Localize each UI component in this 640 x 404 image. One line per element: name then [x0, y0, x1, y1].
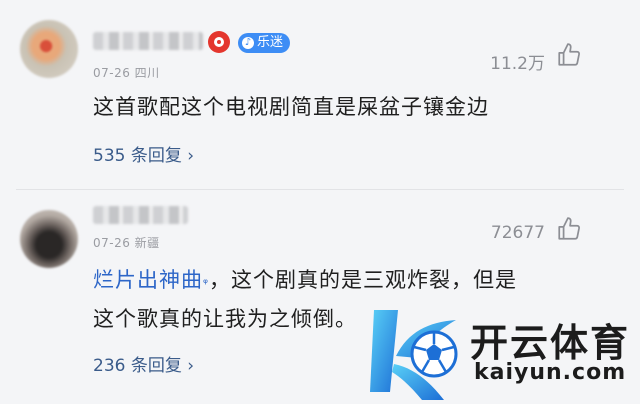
replies-label: 236 条回复	[93, 356, 182, 376]
comment-date-location: 07-26 四川	[93, 66, 160, 80]
comment-item: ♪ 乐迷 07-26 四川 11.2万 这首歌配这个电视剧简直是屎盆子镶金边 5…	[0, 0, 640, 190]
avatar[interactable]	[20, 20, 78, 78]
music-badge-icon	[208, 31, 230, 53]
thumbs-up-icon[interactable]	[556, 216, 582, 242]
comment-date-location: 07-26 新疆	[93, 236, 160, 250]
level-badge-label: 乐迷	[257, 35, 284, 50]
comment-line: 烂片出神曲ᵠ，这个剧真的是三观炸裂，但是	[93, 262, 517, 301]
music-note-icon: ♪	[242, 37, 254, 49]
comment-text: 这首歌配这个电视剧简直是屎盆子镶金边	[93, 95, 489, 119]
level-badge: ♪ 乐迷	[238, 33, 291, 53]
avatar[interactable]	[20, 210, 78, 268]
topic-link[interactable]: 烂片出神曲	[93, 268, 203, 292]
chevron-right-icon: ›	[187, 146, 195, 166]
view-replies-link[interactable]: 236 条回复 ›	[93, 351, 194, 376]
username-blurred[interactable]	[93, 32, 203, 50]
like-count: 11.2万	[490, 54, 545, 74]
thumbs-up-icon[interactable]	[556, 42, 582, 68]
watermark-cn: 开云体育	[470, 321, 631, 365]
chevron-right-icon: ›	[187, 356, 195, 376]
like-count: 72677	[490, 223, 545, 243]
watermark-en: kaiyun.com	[474, 360, 627, 385]
watermark: 开云体育 kaiyun.com	[368, 302, 640, 404]
replies-label: 535 条回复	[93, 146, 182, 166]
kaiyun-logo-icon	[370, 310, 458, 400]
username-blurred[interactable]	[93, 206, 188, 224]
comment-text-part: ，这个剧真的是三观炸裂，但是	[209, 268, 517, 292]
view-replies-link[interactable]: 535 条回复 ›	[93, 141, 194, 166]
